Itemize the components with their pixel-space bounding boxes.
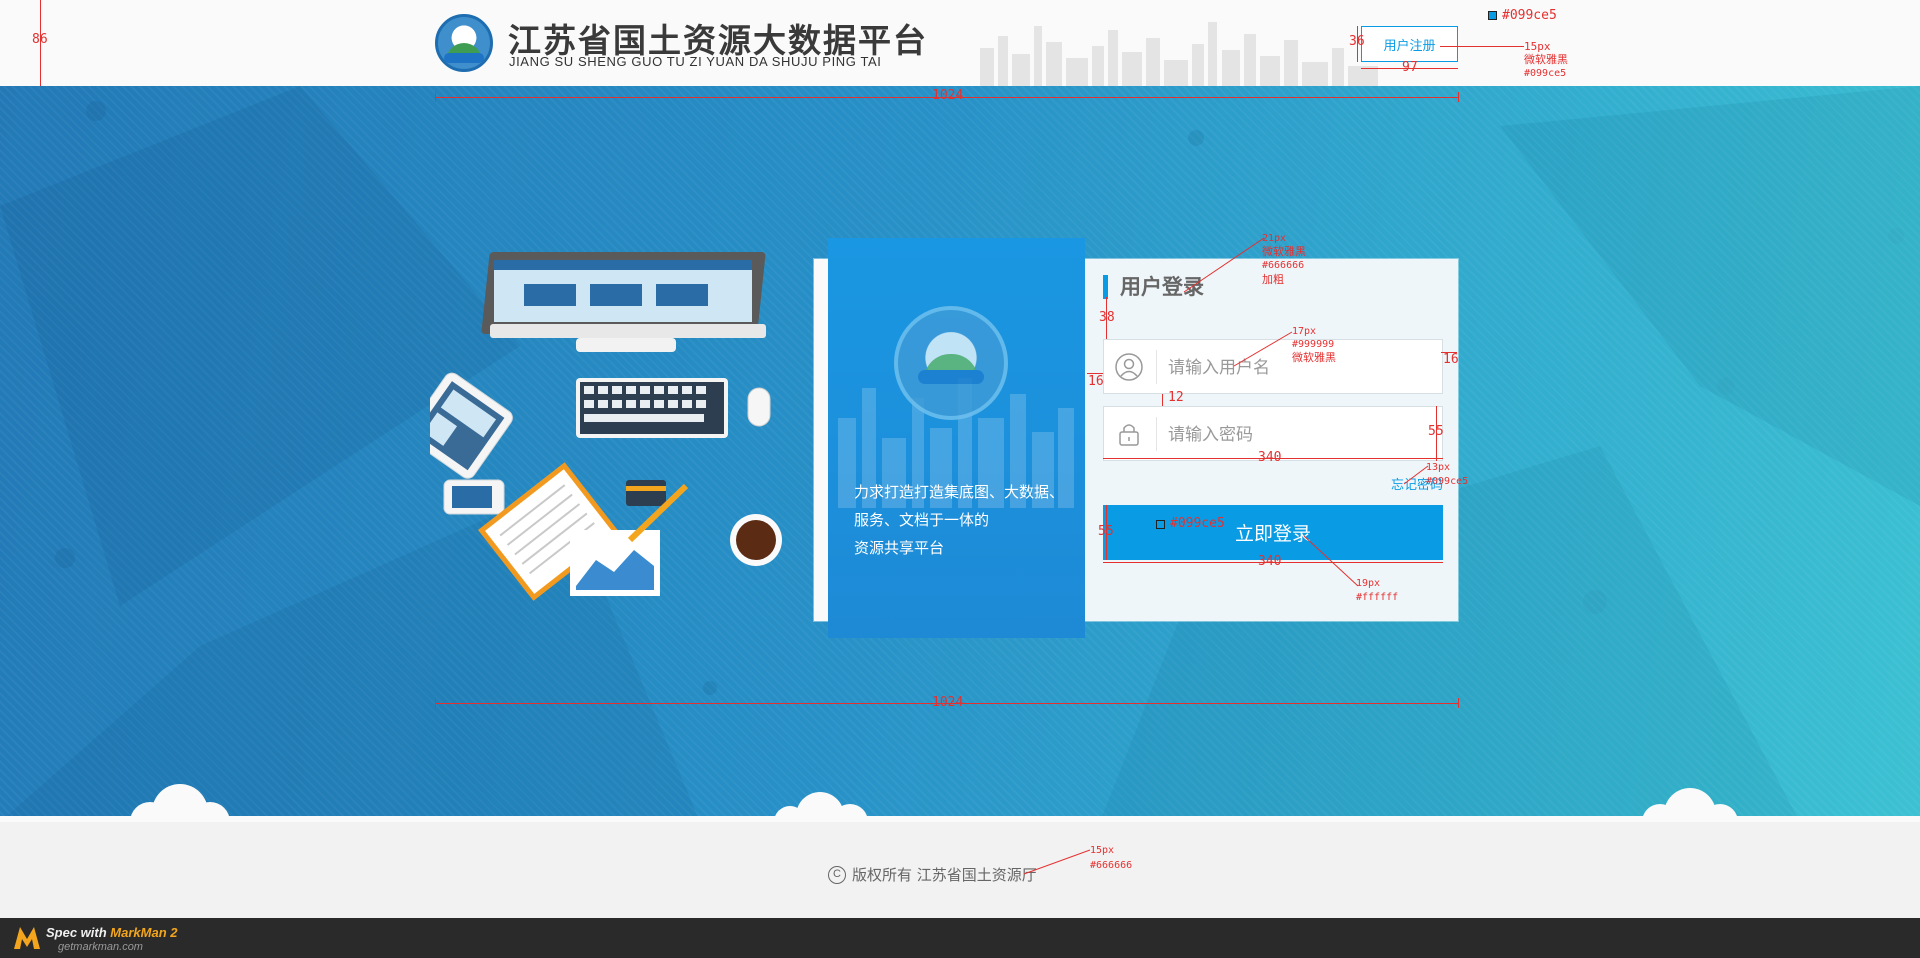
desk-illustration xyxy=(430,252,782,601)
page-footer: C 版权所有 江苏省国土资源厅 xyxy=(0,822,1920,918)
site-logo xyxy=(435,14,493,72)
password-field[interactable] xyxy=(1103,406,1443,461)
emblem-logo xyxy=(894,306,1008,420)
username-input[interactable] xyxy=(1166,348,1432,387)
username-field[interactable] xyxy=(1103,339,1443,394)
slogan-line: 力求打造打造集底图、大数据、 xyxy=(854,483,1065,501)
markman-bar: Spec with MarkMan 2 getmarkman.com xyxy=(0,918,1920,958)
markman-site: getmarkman.com xyxy=(58,941,143,953)
password-input[interactable] xyxy=(1166,415,1432,454)
copyright: C 版权所有 江苏省国土资源厅 xyxy=(828,864,1037,885)
forgot-password-link[interactable]: 忘记密码 xyxy=(1391,474,1443,493)
markman-logo-icon xyxy=(14,927,40,949)
login-title: 用户登录 xyxy=(1103,275,1204,299)
copyright-text: 版权所有 江苏省国土资源厅 xyxy=(852,866,1037,884)
brand-panel: 力求打造打造集底图、大数据、 服务、文档于一体的 资源共享平台 xyxy=(828,238,1085,638)
login-form: 用户登录 忘记密码 立即登录 xyxy=(1085,259,1458,621)
login-submit-button[interactable]: 立即登录 xyxy=(1103,505,1443,560)
site-title-pinyin: JIANG SU SHENG GUO TU ZI YUAN DA SHUJU P… xyxy=(509,54,882,69)
markman-spec-label: Spec with MarkMan 2 xyxy=(46,925,178,940)
copyright-icon: C xyxy=(828,865,846,884)
slogan-line: 资源共享平台 xyxy=(854,539,945,557)
top-header: 江苏省国土资源大数据平台 JIANG SU SHENG GUO TU ZI YU… xyxy=(0,0,1920,87)
lock-icon xyxy=(1119,424,1139,446)
slogan-line: 服务、文档于一体的 xyxy=(854,511,990,529)
register-button[interactable]: 用户注册 xyxy=(1361,26,1458,62)
user-icon xyxy=(1115,353,1143,381)
cloud-decoration xyxy=(0,784,1920,822)
slogan: 力求打造打造集底图、大数据、 服务、文档于一体的 资源共享平台 xyxy=(854,478,1074,562)
markman-brand: MarkMan 2 xyxy=(110,925,178,940)
markman-spec-prefix: Spec with xyxy=(46,925,111,940)
